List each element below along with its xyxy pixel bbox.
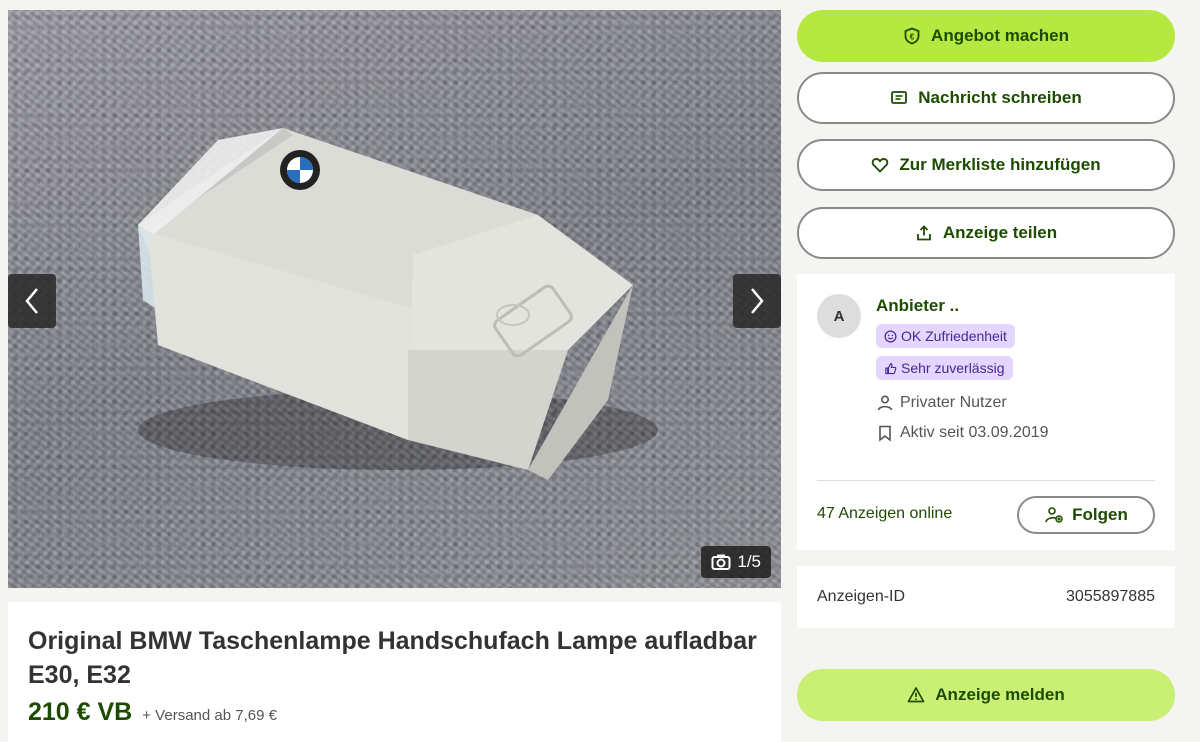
follow-seller-button[interactable]: Folgen [1017,496,1155,534]
price-row: 210 € VB + Versand ab 7,69 € [28,698,761,727]
share-listing-label: Anzeige teilen [942,223,1058,242]
seller-ads-online-link[interactable]: 47 Anzeigen online [817,505,952,523]
next-image-button[interactable] [733,274,781,328]
svg-text:€: € [910,33,915,42]
share-icon [916,225,931,241]
make-offer-label: Angebot machen [931,26,1069,45]
warning-icon [907,687,925,703]
satisfaction-badge-label: OK Zufriedenheit [901,328,1007,344]
seller-card: A Anbieter .. OK Zufriedenheit Sehr zuve… [797,274,1175,550]
shipping-cost: + Versand ab 7,69 € [142,707,277,724]
divider [817,480,1155,481]
bookmark-icon [879,425,891,442]
report-listing-button[interactable]: Anzeige melden [797,669,1175,721]
follow-user-icon [1045,507,1063,523]
share-listing-button[interactable]: Anzeige teilen [797,207,1175,259]
message-icon [891,91,908,104]
product-photo [138,128,658,480]
heart-icon [872,158,889,173]
image-counter-text: 1/5 [737,552,761,571]
seller-active-since: Aktiv seit 03.09.2019 [876,424,1049,442]
user-icon [877,395,893,411]
follow-seller-label: Folgen [1072,505,1128,524]
smiley-icon [884,330,897,342]
add-to-watchlist-button[interactable]: Zur Merkliste hinzufügen [797,139,1175,191]
ad-id-label: Anzeigen-ID [817,588,906,605]
image-counter: 1/5 [701,546,771,578]
ad-id-card: Anzeigen-ID 3055897885 [797,566,1175,628]
offer-shield-icon: € [904,27,920,45]
previous-image-button[interactable] [8,274,56,328]
make-offer-button[interactable]: € Angebot machen [797,10,1175,62]
avatar[interactable]: A [817,294,861,338]
satisfaction-badge: OK Zufriedenheit [876,324,1015,348]
listing-price: 210 € VB [28,698,133,726]
image-gallery[interactable]: 1/5 [8,10,781,588]
seller-type-text: Privater Nutzer [900,394,1007,411]
write-message-label: Nachricht schreiben [918,88,1082,107]
chevron-right-icon [751,288,764,314]
write-message-button[interactable]: Nachricht schreiben [797,72,1175,124]
reliability-badge: Sehr zuverlässig [876,356,1013,380]
listing-title: Original BMW Taschenlampe Handschufach L… [28,627,757,689]
seller-active-since-text: Aktiv seit 03.09.2019 [900,424,1049,441]
seller-info: Anbieter .. OK Zufriedenheit Sehr zuverl… [876,296,1049,442]
add-to-watchlist-label: Zur Merkliste hinzufügen [899,155,1101,174]
listing-summary: Original BMW Taschenlampe Handschufach L… [8,602,781,742]
ad-id-value: 3055897885 [1066,588,1155,605]
camera-icon [711,554,731,570]
seller-type: Privater Nutzer [876,394,1049,412]
thumbs-up-icon [885,362,897,374]
seller-name[interactable]: Anbieter .. [876,296,1049,316]
report-listing-label: Anzeige melden [935,685,1065,704]
reliability-badge-label: Sehr zuverlässig [901,360,1005,376]
chevron-left-icon [25,288,38,314]
